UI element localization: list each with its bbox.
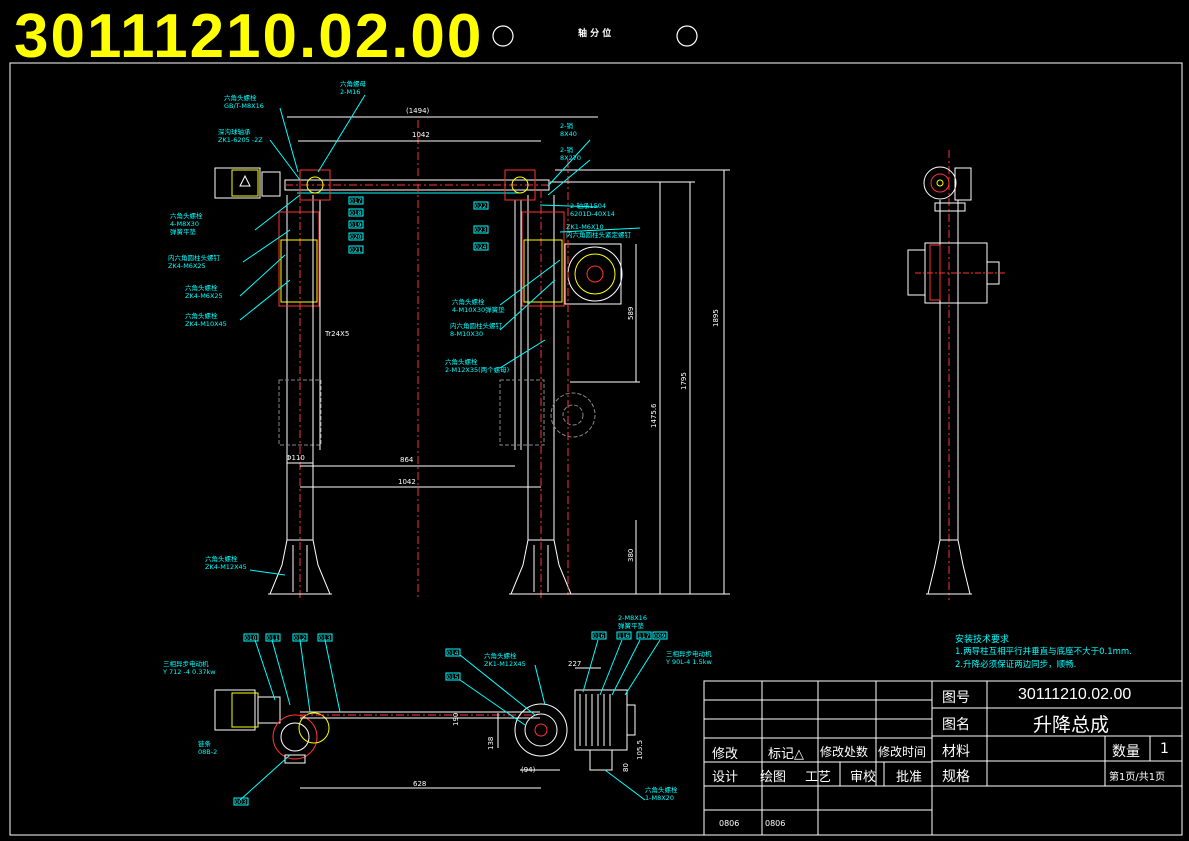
drawing-number-header: 30111210.02.00 [14,2,484,71]
dim-628: 628 [413,780,427,788]
dim-864: 864 [400,456,414,464]
top-view [214,631,668,806]
callout-chain: 链条 08B-2 [198,740,218,756]
value-sheet: 第1页/共1页 [1109,772,1166,783]
callout-hex-bolt-1: 六角头螺栓 GB/T-M8X16 [224,94,264,110]
role-review: 审校 [850,770,877,785]
part-tag: 116 [618,633,630,640]
part-tag: 019 [350,222,362,229]
part-tag: 015 [447,674,459,681]
notes-title: 安装技术要求 [955,635,1010,645]
value-quantity: 1 [1160,741,1169,757]
dim-tr24x5: Tr24X5 [325,330,350,338]
part-tag: 117 [638,633,650,640]
callout-hex-bolt-7: 六角头螺栓 ZK4-M12X45 [205,555,247,571]
callout-set-screw: ZK1-M6X10 内六角圆柱头紧定螺钉 [566,223,631,239]
role-process: 工艺 [805,770,832,785]
label-drawing-number: 图号 [942,690,970,706]
label-drawing-name: 图名 [942,717,970,733]
part-tag: 024 [475,244,487,251]
rev-header-mark: 标记△ [768,747,804,762]
part-tag: 017 [350,198,362,205]
part-tag: 014 [447,650,459,657]
dim-94: (94) [521,766,536,774]
dim-589: 589 [627,306,635,320]
dim-1042-bottom: 1042 [398,478,416,486]
value-drawing-name: 升降总成 [1033,714,1110,736]
callout-hex-bolt-9: 六角头螺栓 1-M8X20 [645,786,678,802]
label-material: 材料 [942,744,970,760]
callout-washer: 2-M8X16 弹簧平垫 [618,614,647,630]
dim-1795: 1795 [680,372,688,390]
part-tag: 022 [475,203,487,210]
part-tag: 018 [350,210,362,217]
callout-socket-screw-1: 内六角圆柱头螺钉 ZK4-M6X25 [168,254,220,270]
dim-80: 80 [622,763,630,772]
dim-190: 190 [452,712,460,726]
dim-1895: 1895 [712,309,720,327]
label-quantity: 数量 [1112,744,1140,760]
part-tag: 020 [350,234,362,241]
dim-1494: (1494) [406,107,430,115]
dim-110: Φ110 [286,454,305,462]
part-tag: 011 [267,635,279,642]
role-drawing: 绘图 [760,770,787,785]
callout-hex-bolt-2: 六角头螺栓 4-M8X30 弹簧平垫 [170,212,203,236]
dim-1042: 1042 [412,131,430,139]
date-drawing: 0806 [765,819,786,828]
callout-motor-1: 三相异步电动机 Y 712 -4 0.37kw [163,660,216,676]
dim-105: 105.5 [636,739,644,760]
rev-header-modify: 修改 [712,747,739,762]
note-1: 1.两导柱互相平行并垂直与底座不大于0.1mm. [955,647,1132,657]
callout-motor-2: 三相异步电动机 Y 90L-4 1.5kw [666,650,712,666]
header-tag: 轴 分 位 [578,29,612,39]
drawing-geometry [9,25,1183,836]
callout-hex-bolt-6: 六角头螺栓 2-M12X35(两个螺母) [445,358,510,374]
part-tag: 003 [235,799,247,806]
callout-hex-bolt-4: 六角头螺栓 ZK4-M10X45 [185,312,227,328]
callout-pin-1: 2-销 8X40 [560,122,577,138]
dim-227: 227 [568,660,582,668]
part-tag: 021 [350,247,362,254]
callout-hex-bolt-5: 六角头螺栓 4-M10X30弹簧垫 [452,298,505,314]
rev-header-count: 修改处数 [820,745,869,759]
part-tag: 016 [593,633,605,640]
value-drawing-number: 30111210.02.00 [1018,686,1132,703]
hole-symbol-left [492,25,514,47]
dim-138: 138 [487,736,495,750]
dim-380: 380 [627,548,635,562]
cad-drawing-canvas: 30111210.02.00 轴 分 位 (1494) 1042 864 104… [0,0,1189,841]
part-tag: 012 [294,635,306,642]
note-2: 2.升降必须保证两边同步，顺畅. [955,660,1077,670]
part-tag: 009 [654,633,666,640]
role-design: 设计 [712,770,739,785]
part-tag: 023 [475,227,487,234]
callout-hex-bolt-8: 六角头螺栓 ZK1-M12X45 [484,652,526,668]
callout-socket-screw-2: 内六角圆柱头螺钉 8-M10X30 [450,322,502,338]
role-approve: 批准 [896,770,923,785]
callout-bearing-1504: 2-轴承1504 6201D-40X14 [570,202,615,218]
callout-hex-nut: 六角螺母 2-M16 [340,80,366,96]
hole-symbol-right [676,25,698,47]
side-view [907,150,1005,600]
label-spec: 规格 [942,769,970,785]
callout-pin-2: 2-销 8X270 [560,146,581,162]
dim-1475: 1475.6 [650,403,658,429]
callout-hex-bolt-3: 六角头螺栓 ZK4-M6X25 [185,284,223,300]
part-tag: 010 [245,635,257,642]
rev-header-time: 修改时间 [878,745,927,759]
date-design: 0806 [719,819,740,828]
part-tag: 013 [319,635,331,642]
front-view [214,94,730,600]
callout-ball-bearing: 深沟球轴承 ZK1-6205 -2Z [218,128,263,144]
